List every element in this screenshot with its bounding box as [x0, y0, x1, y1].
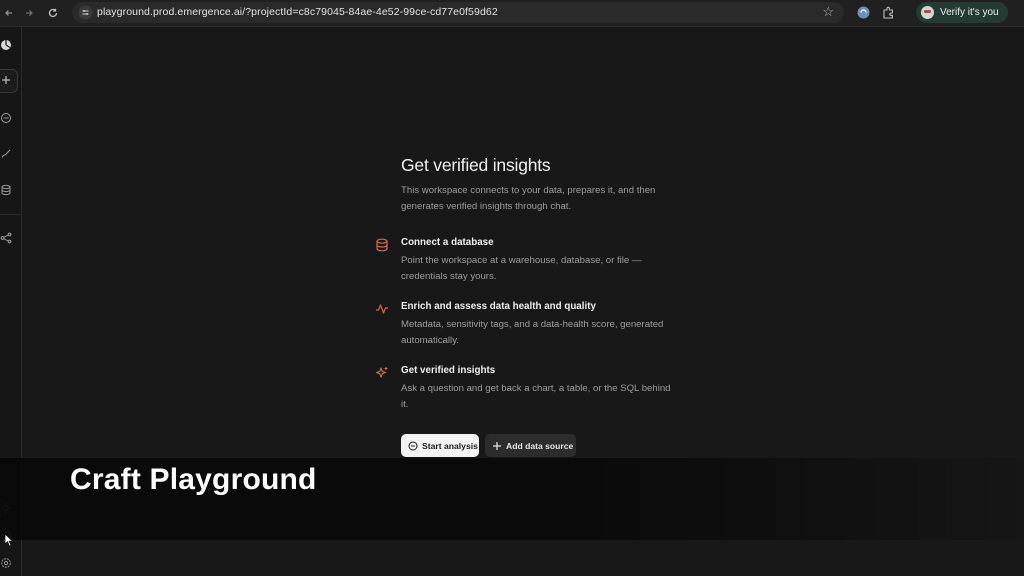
- url-text[interactable]: playground.prod.emergence.ai/?projectId=…: [97, 6, 498, 18]
- database-icon: [375, 238, 389, 252]
- chat-icon: [408, 441, 418, 451]
- sparkles-icon: [375, 366, 389, 380]
- step-title: Connect a database: [401, 237, 494, 248]
- step-title: Enrich and assess data health and qualit…: [401, 301, 596, 312]
- plus-icon: [492, 441, 502, 451]
- mouse-cursor-icon: [4, 533, 14, 547]
- profile-label: Verify it's you: [940, 7, 999, 18]
- avatar: [921, 6, 934, 19]
- reload-icon[interactable]: [44, 4, 62, 22]
- pie-chart-icon[interactable]: [0, 39, 12, 51]
- profile-button[interactable]: Verify it's you: [916, 2, 1008, 23]
- video-caption: Craft Playground: [70, 463, 317, 496]
- start-analysis-button[interactable]: Start analysis: [401, 434, 479, 457]
- back-icon[interactable]: [0, 4, 18, 22]
- page-title: Get verified insights: [401, 155, 551, 175]
- add-data-source-label: Add data source: [506, 440, 574, 451]
- bookmark-star-icon[interactable]: ☆: [822, 4, 834, 20]
- step-title: Get verified insights: [401, 365, 496, 376]
- start-analysis-label: Start analysis: [422, 440, 478, 451]
- intro-text: This workspace connects to your data, pr…: [401, 185, 656, 212]
- new-project-button[interactable]: [0, 69, 18, 93]
- share-graph-icon[interactable]: [0, 232, 12, 244]
- forward-icon[interactable]: [20, 4, 38, 22]
- activity-icon: [375, 302, 389, 316]
- site-info-icon[interactable]: [78, 5, 93, 20]
- step-description: Point the workspace at a warehouse, data…: [401, 255, 642, 282]
- extensions-puzzle-icon[interactable]: [881, 5, 896, 20]
- step-description: Ask a question and get back a chart, a t…: [401, 383, 671, 410]
- brush-icon[interactable]: [0, 148, 12, 160]
- browser-toolbar: playground.prod.emergence.ai/?projectId=…: [0, 0, 1024, 27]
- address-bar[interactable]: playground.prod.emergence.ai/?projectId=…: [72, 2, 844, 23]
- rail-divider: [0, 214, 21, 215]
- step-description: Metadata, sensitivity tags, and a data-h…: [401, 319, 664, 346]
- settings-icon[interactable]: [0, 557, 12, 569]
- extension-icon[interactable]: [856, 5, 871, 20]
- chat-icon[interactable]: [0, 112, 12, 124]
- add-data-source-button[interactable]: Add data source: [485, 434, 576, 457]
- database-icon[interactable]: [0, 184, 12, 196]
